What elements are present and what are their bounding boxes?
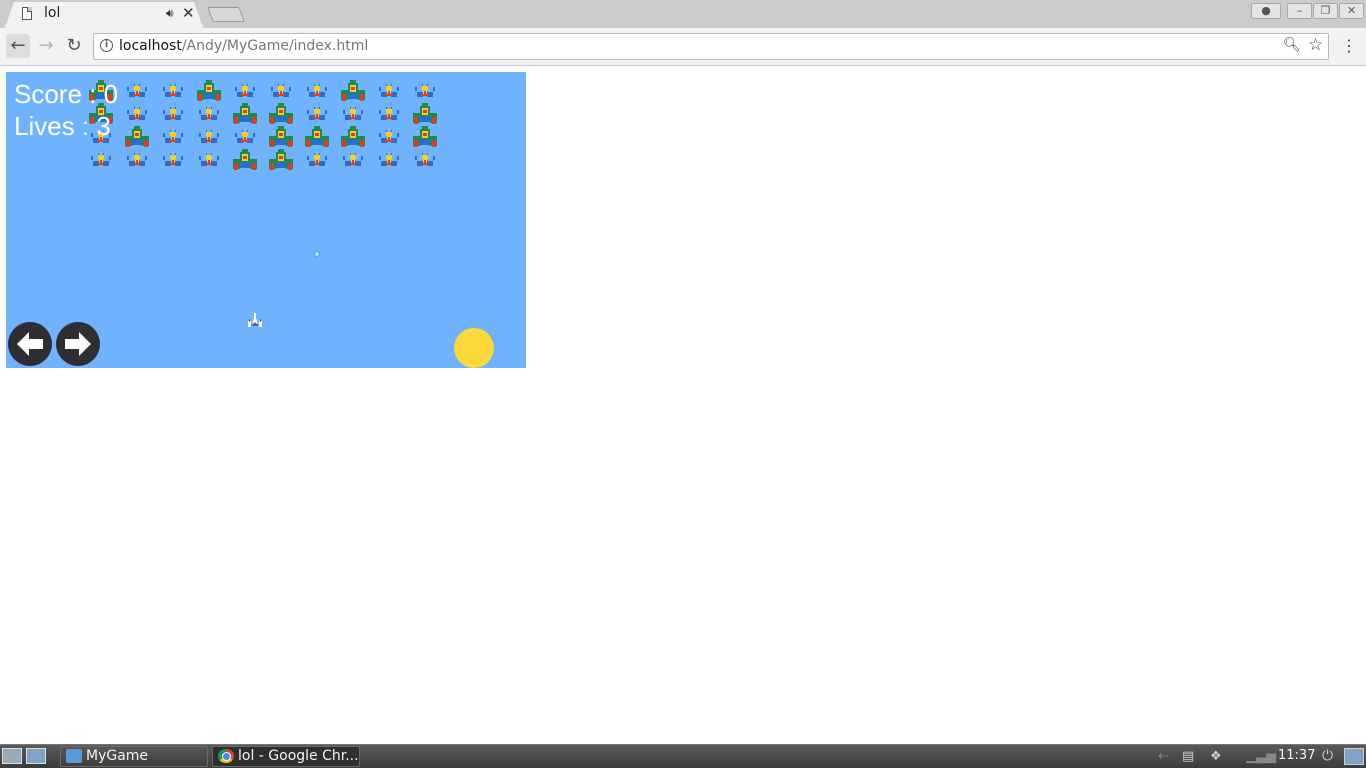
close-window-button[interactable]: ✕	[1339, 3, 1364, 19]
bee-alien-icon	[126, 106, 148, 124]
profile-button[interactable]: ●	[1251, 3, 1281, 19]
close-tab-icon[interactable]: ✕	[182, 4, 195, 22]
right-arrow-icon	[65, 332, 91, 356]
boss-alien-icon	[411, 126, 439, 150]
bee-alien-icon	[162, 83, 184, 101]
minimize-button[interactable]: –	[1287, 3, 1312, 19]
bookmark-star-icon[interactable]: ☆	[1308, 35, 1323, 55]
signal-icon[interactable]: ▁▃▅	[1246, 749, 1276, 764]
taskbar-item-mygame[interactable]: MyGame	[60, 746, 208, 767]
dropbox-icon[interactable]: ❖	[1210, 749, 1222, 764]
fire-button[interactable]	[454, 328, 494, 368]
reload-icon[interactable]: ↻	[63, 35, 85, 57]
tab-strip: lol 🔊︎ ✕ ● – ❐ ✕	[0, 0, 1366, 30]
bee-alien-icon	[90, 152, 112, 170]
lives-text: Lives : 3	[14, 111, 111, 141]
zoom-icon[interactable]: 🔍︎	[1283, 37, 1301, 53]
bee-alien-icon	[414, 152, 436, 170]
bullet	[314, 251, 320, 257]
file-manager-icon[interactable]	[26, 748, 46, 764]
taskbar-item-label: lol - Google Chr...	[238, 748, 359, 764]
bee-alien-icon	[198, 106, 220, 124]
browser-toolbar: ← → ↻ i localhost/Andy/MyGame/index.html…	[0, 28, 1366, 66]
user-icon: ●	[1261, 4, 1271, 17]
player-ship-icon	[248, 313, 262, 327]
desktop-icon[interactable]	[1344, 748, 1364, 765]
boss-alien-icon	[267, 126, 295, 150]
clock[interactable]: 11:37	[1278, 748, 1315, 763]
taskbar-item-label: MyGame	[86, 748, 149, 764]
chrome-icon	[218, 749, 234, 763]
bee-alien-icon	[306, 83, 328, 101]
bee-alien-icon	[378, 83, 400, 101]
bee-alien-icon	[342, 106, 364, 124]
new-tab-button[interactable]	[207, 7, 245, 22]
boss-alien-icon	[267, 103, 295, 127]
move-right-button[interactable]	[56, 322, 100, 366]
url-text[interactable]: localhost/Andy/MyGame/index.html	[119, 38, 368, 54]
boss-alien-icon	[339, 80, 367, 104]
bee-alien-icon	[198, 152, 220, 170]
bee-alien-icon	[414, 83, 436, 101]
bee-alien-icon	[162, 106, 184, 124]
move-left-button[interactable]	[8, 322, 52, 366]
bee-alien-icon	[126, 83, 148, 101]
bee-alien-icon	[270, 83, 292, 101]
info-icon[interactable]: i	[100, 39, 113, 52]
taskbar-item-chrome[interactable]: lol - Google Chr...	[212, 746, 360, 767]
game-canvas[interactable]: Score : 0 Lives : 3	[6, 72, 526, 368]
menu-icon[interactable]: ⋮	[1341, 36, 1357, 56]
taskbar: MyGame lol - Google Chr... ⇠ ▤ ❖ ▁▃▅ 11:…	[0, 744, 1366, 768]
boss-alien-icon	[303, 126, 331, 150]
tab-lol[interactable]	[4, 2, 204, 30]
bee-alien-icon	[162, 152, 184, 170]
bee-alien-icon	[306, 106, 328, 124]
boss-alien-icon	[231, 103, 259, 127]
boss-alien-icon	[267, 149, 295, 173]
url-host: localhost	[119, 38, 182, 54]
bee-alien-icon	[378, 152, 400, 170]
bee-alien-icon	[378, 129, 400, 147]
bee-alien-icon	[306, 152, 328, 170]
url-path: /Andy/MyGame/index.html	[181, 38, 369, 54]
audio-playing-icon[interactable]: 🔊︎	[166, 6, 174, 21]
boss-alien-icon	[339, 126, 367, 150]
score-text: Score : 0	[14, 79, 119, 109]
bee-alien-icon	[126, 152, 148, 170]
bee-alien-icon	[342, 152, 364, 170]
boss-alien-icon	[411, 103, 439, 127]
forward-arrow-icon[interactable]: →	[35, 35, 57, 57]
left-arrow-icon	[17, 332, 43, 356]
bee-alien-icon	[378, 106, 400, 124]
boss-alien-icon	[231, 149, 259, 173]
tab-title: lol	[44, 5, 61, 21]
show-desktop-icon[interactable]	[2, 748, 22, 764]
page-icon	[22, 7, 32, 20]
bee-alien-icon	[234, 129, 256, 147]
folder-icon	[66, 749, 82, 763]
back-arrow-icon[interactable]: ←	[7, 35, 29, 57]
power-icon[interactable]: ⏻	[1322, 748, 1333, 764]
address-bar[interactable]: i localhost/Andy/MyGame/index.html 🔍︎ ☆	[93, 33, 1329, 60]
network-icon[interactable]: ▤	[1182, 749, 1194, 764]
boss-alien-icon	[123, 126, 151, 150]
boss-alien-icon	[195, 80, 223, 104]
bee-alien-icon	[198, 129, 220, 147]
bee-alien-icon	[162, 129, 184, 147]
maximize-button[interactable]: ❐	[1313, 3, 1338, 19]
bee-alien-icon	[234, 83, 256, 101]
tray-back-icon[interactable]: ⇠	[1158, 749, 1169, 764]
